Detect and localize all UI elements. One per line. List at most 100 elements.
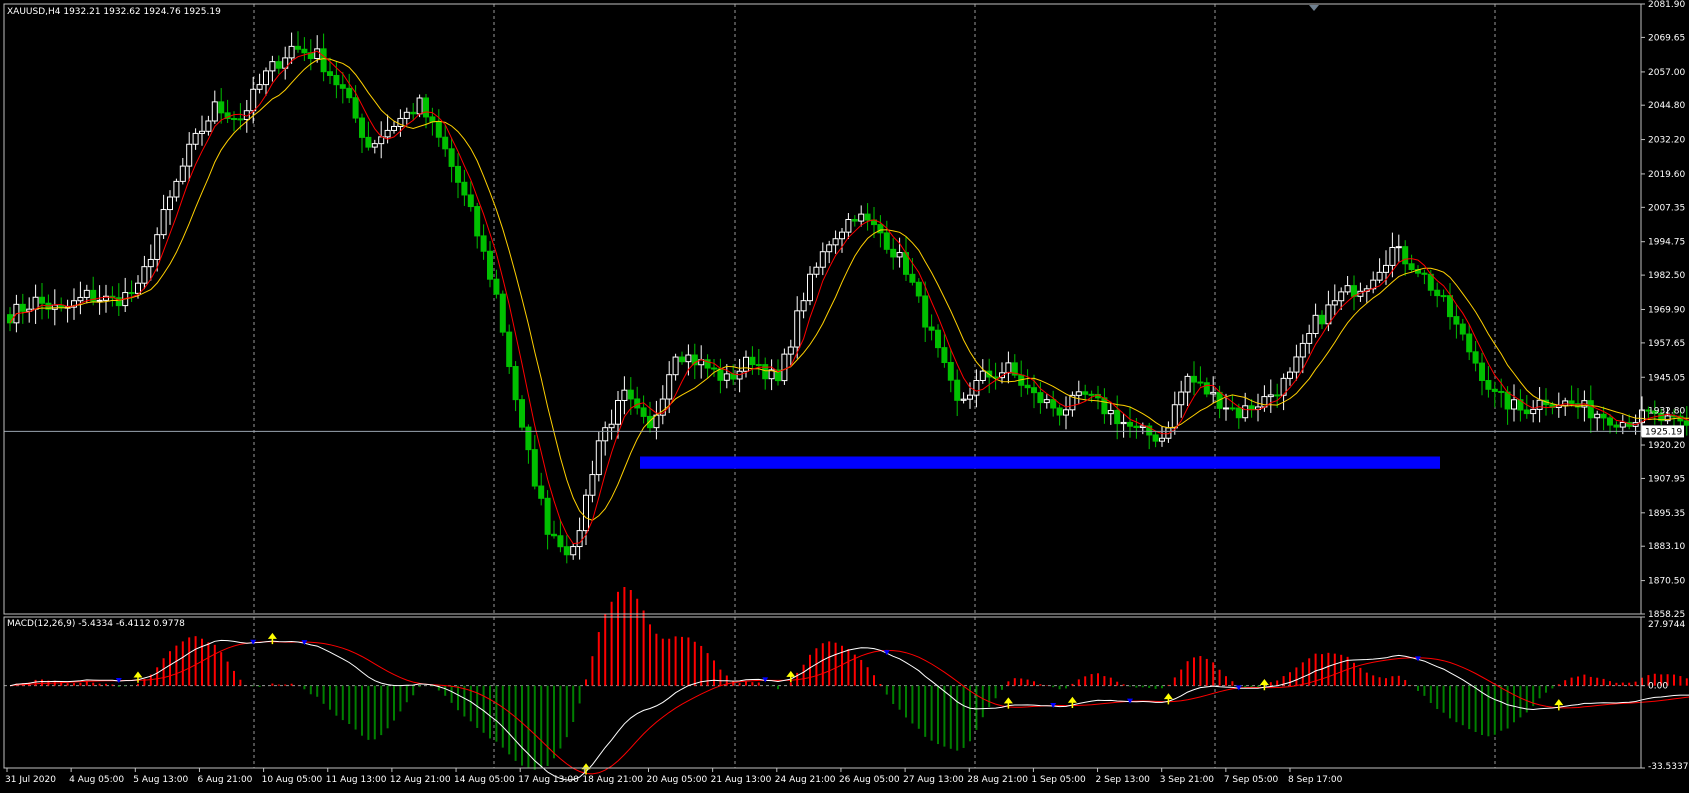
candle-body — [909, 273, 916, 283]
candle-body — [1235, 407, 1242, 419]
time-tick-label: 4 Aug 05:00 — [69, 775, 124, 785]
candle-body — [672, 356, 679, 376]
candle-body — [1248, 405, 1255, 410]
candle-body — [365, 136, 372, 148]
candle-body — [499, 293, 506, 333]
candle-body — [557, 535, 564, 548]
candle-body — [1203, 382, 1210, 395]
time-tick-label: 18 Aug 21:00 — [582, 775, 643, 785]
candle-body — [851, 219, 858, 222]
candle-body — [1043, 399, 1050, 404]
candle-body — [455, 165, 461, 183]
candle-body — [551, 533, 557, 537]
time-tick-label: 6 Aug 21:00 — [197, 775, 252, 785]
candle-body — [77, 296, 84, 302]
price-tick-label: 1883.10 — [1648, 542, 1685, 552]
candle-body — [1319, 314, 1325, 325]
candle-body — [717, 368, 724, 381]
candle-body — [1479, 362, 1485, 381]
candle-body — [1344, 285, 1351, 293]
price-tick-label: 2019.60 — [1648, 170, 1685, 180]
candle-body — [1299, 342, 1306, 358]
candle-body — [1619, 421, 1626, 428]
candle-body — [1383, 264, 1389, 273]
candle-body — [947, 362, 954, 381]
price-tick-label: 2007.35 — [1648, 203, 1685, 213]
candle-body — [1440, 295, 1447, 298]
candle-body — [83, 289, 90, 298]
candle-body — [621, 389, 628, 401]
candle-body — [800, 300, 807, 312]
candle-body — [167, 196, 173, 211]
candle-body — [1613, 424, 1620, 428]
candle-body — [563, 546, 570, 556]
candle-body — [371, 143, 378, 148]
time-tick-label: 7 Sep 05:00 — [1224, 775, 1279, 785]
candle-body — [1274, 394, 1281, 397]
candle-body — [96, 299, 103, 302]
candle-body — [544, 497, 551, 535]
candle-body — [1037, 392, 1044, 404]
candle-body — [339, 84, 346, 89]
candle-body — [1485, 379, 1492, 390]
candle-body — [915, 281, 922, 297]
candle-body — [883, 232, 890, 250]
price-tick-label: 2044.80 — [1648, 101, 1685, 111]
candle-body — [218, 101, 225, 114]
time-tick-label: 3 Sep 21:00 — [1160, 775, 1215, 785]
candle-body — [589, 474, 596, 496]
candle-body — [525, 426, 532, 451]
candle-body — [1472, 351, 1479, 364]
price-tick-label: 1932.80 — [1648, 407, 1685, 417]
candle-body — [480, 235, 487, 252]
candle-body — [1562, 400, 1569, 407]
price-tick-label: 1920.20 — [1648, 441, 1685, 451]
candle-body — [1261, 396, 1268, 408]
candle-body — [384, 129, 391, 138]
candle-body — [1511, 399, 1517, 410]
candle-body — [1453, 316, 1460, 325]
candle-body — [1459, 323, 1466, 335]
candle-body — [7, 314, 13, 324]
candle-body — [627, 389, 634, 400]
candle-body — [1178, 391, 1185, 406]
candle-body — [1293, 356, 1300, 373]
candle-body — [634, 398, 641, 409]
candle-body — [531, 449, 538, 487]
candle-body — [1191, 375, 1197, 383]
candle-body — [314, 48, 321, 60]
candle-body — [1331, 300, 1338, 306]
candle-body — [237, 118, 244, 121]
candle-body — [1242, 405, 1249, 419]
candle-body — [858, 213, 865, 222]
candle-body — [1120, 421, 1127, 425]
candle-body — [1594, 413, 1601, 419]
candle-body — [359, 117, 365, 138]
candle-body — [39, 296, 45, 304]
price-chart[interactable]: 1925.19 2081.90 2069.65 2057.00 2044.80 2032… — [0, 0, 1689, 793]
candle-body — [231, 118, 237, 121]
candle-body — [211, 101, 218, 122]
price-tick-label: 1895.35 — [1648, 509, 1685, 519]
candle-body — [448, 148, 455, 167]
candle-body — [807, 273, 813, 302]
candle-body — [679, 356, 685, 363]
candle-body — [429, 116, 436, 123]
candle-body — [1114, 409, 1121, 425]
candle-body — [1447, 295, 1453, 318]
time-tick-label: 14 Aug 05:00 — [454, 775, 515, 785]
time-tick-label: 5 Aug 13:00 — [133, 775, 188, 785]
candle-body — [743, 356, 749, 372]
candle-body — [602, 427, 609, 442]
candle-body — [467, 194, 474, 208]
candle-body — [416, 97, 423, 115]
price-tick-label: 1969.90 — [1648, 305, 1685, 315]
candle-body — [1536, 399, 1543, 410]
candle-body — [640, 407, 647, 417]
candle-body — [192, 132, 199, 145]
candle-body — [173, 180, 180, 198]
candle-body — [954, 379, 961, 401]
time-tick-label: 24 Aug 21:00 — [775, 775, 836, 785]
candle-body — [135, 282, 141, 294]
current-price-label: 1925.19 — [1645, 427, 1682, 437]
